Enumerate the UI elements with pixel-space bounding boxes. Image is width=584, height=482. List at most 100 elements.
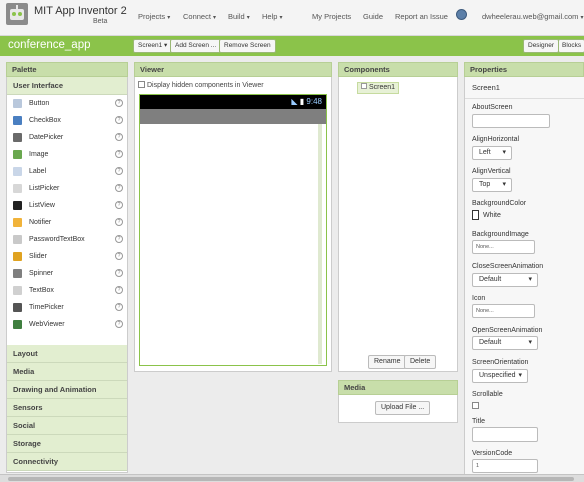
button-icon [13,99,22,108]
page-horizontal-scrollbar[interactable] [0,474,584,482]
caret-down-icon: ▾ [528,339,532,346]
help-icon[interactable]: ? [115,235,123,243]
version-code-input[interactable]: 1 [472,459,538,473]
close-animation-select[interactable]: Default ▾ [472,273,538,287]
remove-screen-button[interactable]: Remove Screen [219,39,276,53]
app-inventor-logo-icon[interactable] [6,3,28,25]
viewer-header: Viewer [134,62,332,77]
help-icon[interactable]: ? [115,167,123,175]
palette-item-datepicker[interactable]: DatePicker? [7,129,127,146]
help-icon[interactable]: ? [115,286,123,294]
app-title: MIT App Inventor 2 [34,5,127,17]
palette-item-label[interactable]: Label? [7,163,127,180]
caret-down-icon: ▾ [279,15,283,21]
palette-category-social[interactable]: Social [7,417,127,435]
phone-title-bar [140,109,326,124]
screen-orientation-select[interactable]: Unspecified ▾ [472,369,528,383]
align-vertical-select[interactable]: Top ▾ [472,178,512,192]
caret-down-icon: ▾ [167,15,171,21]
slider-icon [13,252,22,261]
background-color-label: BackgroundColor [472,200,527,207]
top-header: MIT App Inventor 2 Beta Projects ▾ Conne… [0,0,584,36]
link-report-issue[interactable]: Report an Issue [395,12,448,21]
link-guide[interactable]: Guide [363,12,383,21]
palette-item-notifier[interactable]: Notifier? [7,214,127,231]
palette-item-button[interactable]: Button? [7,95,127,112]
palette-category-layout[interactable]: Layout [7,345,127,363]
account-menu[interactable]: dwheelerau.web@gmail.com ▾ [482,12,584,21]
phone-preview[interactable]: ◣ ▮ 9:48 [139,94,327,366]
help-icon[interactable]: ? [115,133,123,141]
link-my-projects[interactable]: My Projects [312,12,351,21]
align-horizontal-value: Left [479,149,491,156]
palette-item-textbox[interactable]: TextBox? [7,282,127,299]
palette-category-media[interactable]: Media [7,363,127,381]
icon-picker[interactable]: None... [472,304,535,318]
help-icon[interactable]: ? [115,201,123,209]
scrollbar-thumb[interactable] [8,477,574,481]
help-icon[interactable]: ? [115,218,123,226]
phone-scrollbar[interactable] [318,124,322,364]
palette-item-timepicker[interactable]: TimePicker? [7,299,127,316]
palette-category-sensors[interactable]: Sensors [7,399,127,417]
help-icon[interactable]: ? [115,320,123,328]
help-icon[interactable]: ? [115,184,123,192]
rename-button[interactable]: Rename [368,355,407,369]
palette-item-label: Button [29,100,50,107]
language-globe-icon[interactable] [456,9,467,20]
help-icon[interactable]: ? [115,303,123,311]
palette-category-storage[interactable]: Storage [7,435,127,453]
components-panel: Screen1 Rename Delete [338,77,458,372]
help-icon[interactable]: ? [115,116,123,124]
tree-item-screen1[interactable]: Screen1 [357,82,400,94]
menu-projects[interactable]: Projects ▾ [138,12,170,21]
palette-category-user-interface[interactable]: User Interface [7,77,127,95]
background-color-swatch[interactable] [472,210,479,220]
hidden-components-toggle[interactable]: Display hidden components in Viewer [138,81,264,89]
palette-item-slider[interactable]: Slider? [7,248,127,265]
palette-item-label: ListView [29,202,55,209]
palette-category-drawing-and-animation[interactable]: Drawing and Animation [7,381,127,399]
menu-build[interactable]: Build ▾ [228,12,250,21]
scrollable-checkbox[interactable] [472,402,479,409]
palette-item-checkbox[interactable]: CheckBox? [7,112,127,129]
about-screen-textarea[interactable] [472,114,550,128]
version-code-label: VersionCode [472,450,513,457]
menu-connect[interactable]: Connect ▾ [183,12,216,21]
open-animation-select[interactable]: Default ▾ [472,336,538,350]
delete-button[interactable]: Delete [404,355,437,369]
menu-help[interactable]: Help ▾ [262,12,283,21]
palette-item-passwordtextbox[interactable]: PasswordTextBox? [7,231,127,248]
upload-file-button[interactable]: Upload File ... [375,401,431,415]
background-color-value[interactable]: White [483,212,501,219]
properties-divider [465,98,584,99]
palette-item-spinner[interactable]: Spinner? [7,265,127,282]
help-icon[interactable]: ? [115,150,123,158]
palette-item-list: Button? CheckBox? DatePicker? Image? Label? L… [7,95,127,333]
help-icon[interactable]: ? [115,269,123,277]
background-image-picker[interactable]: None... [472,240,535,254]
battery-icon: ▮ [299,97,305,106]
blocks-button[interactable]: Blocks [558,39,584,53]
textbox-icon [13,286,22,295]
palette-item-image[interactable]: Image? [7,146,127,163]
align-horizontal-select[interactable]: Left ▾ [472,146,512,160]
add-screen-button[interactable]: Add Screen ... [170,39,222,53]
palette-item-listpicker[interactable]: ListPicker? [7,180,127,197]
hidden-components-checkbox[interactable] [138,81,145,88]
background-image-label: BackgroundImage [472,231,529,238]
screen-dropdown[interactable]: Screen1 ▾ [133,39,173,53]
palette-category-connectivity[interactable]: Connectivity [7,453,127,471]
palette-item-webviewer[interactable]: WebViewer? [7,316,127,333]
designer-button[interactable]: Designer [523,39,560,53]
help-icon[interactable]: ? [115,99,123,107]
palette-item-label: Image [29,151,49,158]
align-horizontal-label: AlignHorizontal [472,136,520,143]
account-email: dwheelerau.web@gmail.com [482,12,579,21]
palette-header: Palette [6,62,128,77]
viewer-panel: Display hidden components in Viewer ◣ ▮ … [134,77,332,372]
palette-item-listview[interactable]: ListView? [7,197,127,214]
title-input[interactable] [472,427,538,442]
caret-down-icon: ▾ [246,15,250,21]
help-icon[interactable]: ? [115,252,123,260]
